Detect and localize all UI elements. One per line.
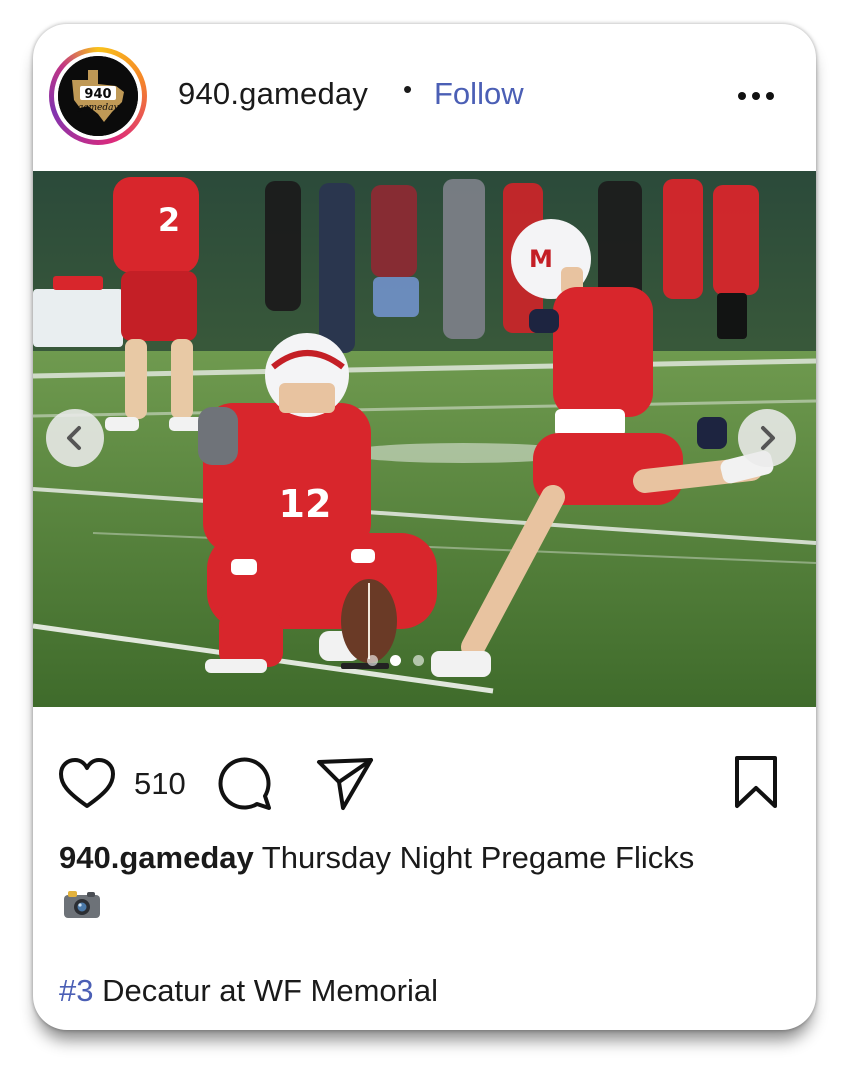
share-button[interactable] [315, 754, 375, 812]
chevron-right-icon [761, 426, 775, 450]
more-horizontal-icon [738, 92, 774, 100]
post-photo[interactable]: 2 12 M [33, 171, 816, 707]
carousel-indicator [363, 655, 463, 667]
camera-icon [64, 891, 100, 918]
bookmark-icon [735, 756, 777, 808]
svg-text:940: 940 [84, 87, 111, 102]
svg-text:M: M [529, 245, 553, 273]
jersey-number-2: 2 [158, 201, 180, 239]
comment-button[interactable] [215, 754, 273, 812]
gameday-logo-icon: 940 gameday [58, 56, 138, 136]
previous-slide-button[interactable] [46, 409, 104, 467]
carousel-dot [367, 655, 378, 666]
hashtag-line: #3 Decatur at WF Memorial [59, 973, 438, 1009]
football-photo: 2 12 M [33, 171, 816, 707]
hashtag-link[interactable]: #3 [59, 973, 93, 1008]
camera-emoji [63, 889, 101, 919]
save-button[interactable] [731, 754, 781, 810]
post-card: 940 gameday 940.gameday • Follow 2 12 M … [33, 24, 816, 1030]
more-options-button[interactable] [733, 84, 779, 108]
follow-button[interactable]: Follow [434, 76, 524, 112]
carousel-dot-active [390, 655, 401, 666]
svg-text:gameday: gameday [77, 103, 119, 113]
like-button[interactable] [57, 756, 117, 812]
carousel-dot [413, 655, 424, 666]
like-count[interactable]: 510 [134, 766, 186, 802]
caption-username[interactable]: 940.gameday [59, 840, 254, 875]
comment-icon [218, 757, 271, 810]
post-username[interactable]: 940.gameday [178, 76, 368, 112]
caption-text: Thursday Night Pregame Flicks [253, 840, 695, 875]
separator-dot: • [403, 74, 413, 104]
chevron-left-icon [67, 426, 81, 450]
heart-icon [59, 758, 115, 808]
jersey-number-12: 12 [279, 482, 332, 526]
send-icon [317, 758, 373, 810]
story-ring[interactable]: 940 gameday [49, 47, 147, 145]
next-slide-button[interactable] [738, 409, 796, 467]
post-caption: 940.gameday Thursday Night Pregame Flick… [59, 838, 799, 878]
avatar[interactable]: 940 gameday [54, 52, 142, 140]
hashtag-line-text: Decatur at WF Memorial [93, 973, 438, 1008]
avatar-logo: 940 gameday [58, 56, 138, 136]
